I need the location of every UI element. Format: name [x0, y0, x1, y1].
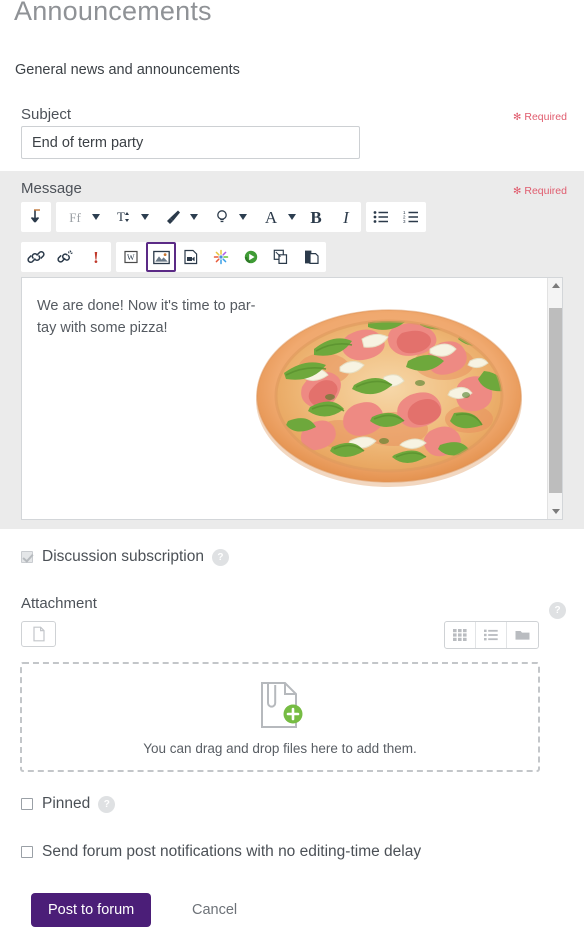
required-text: Required	[524, 185, 567, 197]
subject-input[interactable]	[21, 126, 360, 159]
subject-required-badge: ✻ Required	[513, 111, 567, 123]
insert-image-icon[interactable]	[146, 242, 176, 272]
file-dropzone[interactable]: You can drag and drop files here to add …	[20, 662, 540, 772]
special-character-icon[interactable]: !	[81, 242, 111, 272]
notify-row: Send forum post notifications with no ed…	[21, 843, 421, 861]
text-color-icon[interactable]: A	[252, 202, 290, 232]
message-label: Message	[21, 180, 82, 197]
toolbar-group-lists: 123	[366, 202, 426, 232]
attachment-help-icon[interactable]: ?	[549, 602, 566, 619]
notify-checkbox[interactable]	[21, 846, 33, 858]
numbered-list-icon[interactable]: 123	[396, 202, 426, 232]
required-star-icon: ✻	[512, 112, 522, 123]
toolbar-group-links: !	[21, 242, 111, 272]
page-title: Announcements	[14, 0, 212, 26]
cancel-button[interactable]: Cancel	[186, 893, 243, 927]
import-word-icon[interactable]: W	[116, 242, 146, 272]
editor-scrollbar[interactable]	[547, 278, 562, 519]
svg-text:T: T	[117, 209, 125, 224]
forum-intro-text: General news and announcements	[15, 62, 240, 78]
italic-icon[interactable]: I	[331, 202, 361, 232]
tree-view-icon[interactable]	[507, 622, 538, 648]
list-view-icon[interactable]	[476, 622, 507, 648]
discussion-subscription-help-icon[interactable]: ?	[211, 548, 229, 566]
pinned-label: Pinned	[42, 795, 91, 812]
grid-view-icon[interactable]	[445, 622, 476, 648]
unlink-icon[interactable]	[51, 242, 81, 272]
filemanager-view-toggle	[444, 621, 539, 649]
message-required-badge: ✻ Required	[513, 185, 567, 197]
svg-text:W: W	[127, 253, 135, 262]
copy-icon[interactable]	[266, 242, 296, 272]
message-section: Message ✻ Required Ff T A B I 1 2 3 ! W …	[0, 171, 584, 529]
add-file-icon	[261, 681, 303, 728]
h5p-icon[interactable]	[206, 242, 236, 272]
highlight-brush-icon[interactable]	[154, 202, 192, 232]
pizza-photo	[244, 299, 534, 489]
accessibility-bulb-icon[interactable]	[203, 202, 241, 232]
insert-link-icon[interactable]	[21, 242, 51, 272]
scrollbar-thumb[interactable]	[549, 308, 562, 493]
required-text: Required	[524, 111, 567, 123]
add-file-button[interactable]	[21, 621, 56, 647]
pinned-checkbox[interactable]	[21, 798, 33, 810]
attachment-label: Attachment	[21, 595, 97, 612]
toolbar-group-expand	[21, 202, 51, 232]
dropzone-text: You can drag and drop files here to add …	[143, 740, 417, 756]
required-star-icon: ✻	[512, 186, 522, 197]
pinned-help-icon[interactable]: ?	[98, 795, 116, 813]
bullet-list-icon[interactable]	[366, 202, 396, 232]
font-family-icon[interactable]: Ff	[56, 202, 94, 232]
toolbar-group-font: Ff T A B I	[56, 202, 361, 232]
pinned-row: Pinned ?	[21, 795, 116, 813]
expand-toolbar-icon[interactable]	[21, 202, 51, 232]
discussion-subscription-row: Discussion subscription ?	[21, 548, 229, 566]
discussion-subscription-label: Discussion subscription	[42, 548, 204, 565]
editor-toolbar-row-1: Ff T A B I 123	[21, 202, 426, 232]
svg-text:3: 3	[403, 219, 406, 224]
font-size-icon[interactable]: T	[105, 202, 143, 232]
scroll-up-icon[interactable]	[548, 278, 562, 293]
post-to-forum-button[interactable]: Post to forum	[31, 893, 152, 927]
message-body-text: We are done! Now it's time to par-tay wi…	[37, 298, 256, 336]
editor-toolbar-row-2: ! W	[21, 242, 326, 272]
record-audio-icon[interactable]	[236, 242, 266, 272]
bold-icon[interactable]: B	[301, 202, 331, 232]
subject-label: Subject	[21, 106, 72, 123]
message-editor-content[interactable]: We are done! Now it's time to par-tay wi…	[21, 277, 563, 520]
toolbar-group-media: W	[116, 242, 326, 272]
notify-label: Send forum post notifications with no ed…	[42, 843, 422, 860]
paste-icon[interactable]	[296, 242, 326, 272]
insert-media-icon[interactable]	[176, 242, 206, 272]
discussion-subscription-checkbox[interactable]	[21, 551, 33, 563]
scroll-down-icon[interactable]	[548, 504, 562, 519]
